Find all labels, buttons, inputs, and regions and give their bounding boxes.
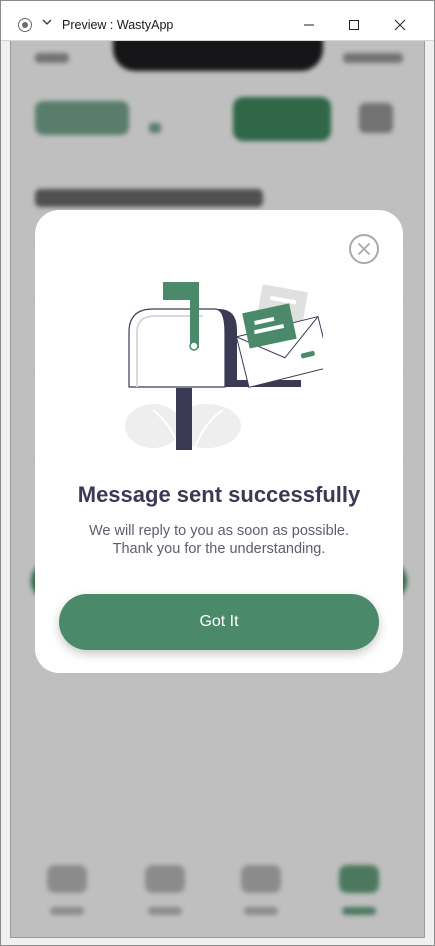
app-window: Preview : WastyApp Message sent successf… [0, 0, 435, 946]
window-title: Preview : WastyApp [62, 18, 174, 32]
minimize-icon [304, 24, 314, 26]
chevron-down-icon[interactable] [41, 16, 53, 28]
close-icon [358, 243, 370, 255]
title-bar: Preview : WastyApp [1, 1, 434, 41]
close-window-button[interactable] [378, 9, 422, 39]
maximize-button[interactable] [332, 9, 376, 39]
dialog-message-line: Thank you for the understanding. [112, 541, 326, 557]
app-viewport: Message sent successfully We will reply … [10, 41, 425, 938]
got-it-button[interactable]: Got It [59, 594, 379, 650]
close-dialog-button[interactable] [349, 234, 379, 264]
mailbox-icon [125, 282, 323, 450]
close-window-icon [394, 19, 406, 31]
record-icon[interactable] [18, 18, 32, 32]
success-dialog: Message sent successfully We will reply … [35, 210, 403, 673]
maximize-icon [349, 20, 359, 30]
minimize-button[interactable] [287, 9, 331, 39]
dialog-message: We will reply to you as soon as possible… [35, 522, 403, 558]
dialog-title: Message sent successfully [77, 482, 361, 507]
dialog-message-line: We will reply to you as soon as possible… [88, 523, 350, 539]
